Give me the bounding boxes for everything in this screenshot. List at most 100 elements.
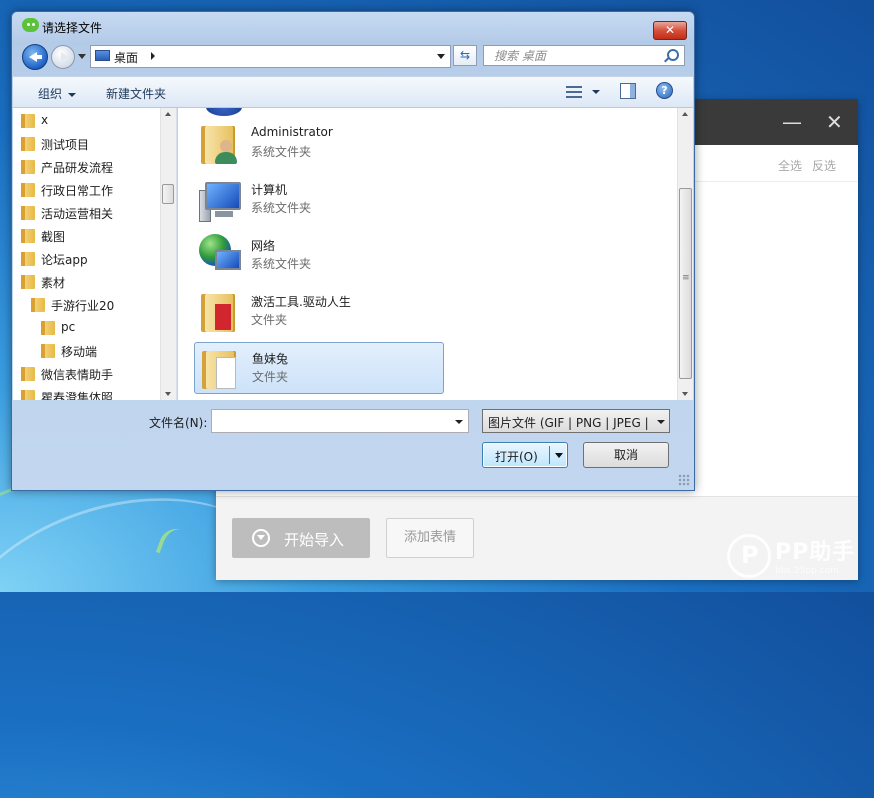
tree-item-label: 瞿春澄集体照 [41, 391, 114, 400]
open-dropdown-icon[interactable] [555, 453, 563, 458]
watermark-url: bbs.25pp.com [775, 566, 839, 576]
preview-pane-icon[interactable] [620, 83, 636, 99]
start-import-button[interactable]: 开始导入 [232, 518, 370, 558]
filetype-select[interactable]: 图片文件 (GIF | PNG | JPEG | BMP) [482, 409, 670, 433]
address-bar[interactable]: 桌面 [90, 45, 451, 68]
navigation-row: 桌面 ⇆ [20, 43, 686, 71]
user-folder-icon [199, 122, 243, 166]
tree-item-label: 素材 [41, 276, 66, 290]
search-box[interactable] [483, 45, 685, 66]
open-split-divider [549, 446, 550, 464]
filename-input[interactable] [211, 409, 469, 433]
breadcrumb-chevron-icon[interactable] [151, 52, 155, 60]
tree-item-label: 测试项目 [41, 138, 90, 152]
tree-item-label: 截图 [41, 230, 66, 244]
refresh-icon: ⇆ [459, 48, 471, 62]
file-type: 系统文件夹 [251, 201, 312, 215]
computer-icon [199, 178, 243, 222]
folder-icon [21, 160, 35, 174]
folder-icon [21, 367, 35, 381]
scroll-down-icon[interactable] [682, 392, 688, 396]
dialog-titlebar: 请选择文件 [22, 16, 682, 38]
file-item[interactable]: Administrator 系统文件夹 [194, 118, 444, 170]
command-toolbar: 组织 新建文件夹 ? [13, 76, 693, 108]
folder-icon [21, 114, 35, 128]
file-item[interactable]: 计算机 系统文件夹 [194, 174, 444, 226]
scroll-up-icon[interactable] [682, 112, 688, 116]
cancel-button[interactable]: 取消 [583, 442, 669, 468]
tree-scrollbar[interactable] [160, 108, 176, 400]
organize-label: 组织 [38, 87, 63, 101]
breadcrumb-desktop[interactable]: 桌面 [114, 49, 138, 66]
file-type: 文件夹 [251, 313, 288, 327]
filename-dropdown-icon[interactable] [455, 420, 463, 424]
file-item[interactable]: 鱼妹兔 文件夹 [194, 342, 444, 394]
forward-button[interactable] [51, 45, 75, 69]
desktop-icon [95, 50, 110, 61]
dialog-title: 请选择文件 [42, 21, 103, 35]
tree-item-label: 微信表情助手 [41, 368, 114, 382]
new-folder-button[interactable]: 新建文件夹 [106, 85, 166, 102]
folder-icon [41, 321, 55, 335]
tree-item-label: 行政日常工作 [41, 184, 114, 198]
folder-icon [200, 347, 244, 391]
import-icon [252, 529, 270, 547]
partial-item-icon [206, 108, 242, 116]
filename-label: 文件名(N): [149, 416, 208, 430]
tree-item-label: 产品研发流程 [41, 161, 114, 175]
folder-icon [21, 229, 35, 243]
back-button[interactable] [22, 44, 48, 70]
tree-item-label: x [41, 113, 49, 127]
network-icon [199, 234, 243, 278]
folder-icon [31, 298, 45, 312]
refresh-button[interactable]: ⇆ [453, 45, 477, 66]
folder-icon [21, 252, 35, 266]
tree-item-label: 论坛app [41, 253, 88, 267]
tree-item-label: 手游行业20 [51, 299, 115, 313]
select-all-link[interactable]: 全选 [778, 157, 802, 174]
invert-selection-link[interactable]: 反选 [812, 157, 836, 174]
chevron-down-icon [68, 92, 77, 97]
navigation-tree: x 测试项目 产品研发流程 行政日常工作 活动运营相关 截图 论坛app 素材 手游行业20 pc… [13, 108, 177, 400]
tree-item-label: 活动运营相关 [41, 207, 114, 221]
file-name: 激活工具.驱动人生 [251, 295, 351, 309]
search-input[interactable] [492, 48, 666, 64]
start-import-label: 开始导入 [284, 531, 345, 549]
dialog-close-button[interactable]: ✕ [653, 21, 687, 40]
folder-icon [21, 183, 35, 197]
close-button[interactable]: ✕ [826, 110, 843, 134]
view-options-icon[interactable] [566, 85, 582, 99]
file-item[interactable]: 激活工具.驱动人生 文件夹 [194, 286, 444, 338]
file-type: 系统文件夹 [251, 145, 312, 159]
file-name: Administrator [251, 125, 333, 139]
view-dropdown-icon[interactable] [592, 90, 600, 94]
open-label: 打开(O) [495, 450, 538, 464]
folder-icon [21, 137, 35, 151]
add-emoji-button[interactable]: 添加表情 [386, 518, 474, 558]
file-open-dialog: 请选择文件 ✕ 桌面 ⇆ 组织 新建文件夹 ? x 测试项目产品研发流程行政日常工… [11, 11, 695, 491]
file-scrollbar[interactable] [677, 108, 693, 400]
search-icon[interactable] [667, 49, 679, 61]
address-dropdown-icon[interactable] [437, 54, 445, 59]
resize-grip[interactable] [678, 474, 690, 486]
recent-locations-dropdown[interactable] [78, 54, 86, 59]
folder-icon [21, 275, 35, 289]
folder-icon [199, 290, 243, 334]
filetype-dropdown-icon[interactable] [657, 420, 665, 424]
watermark-text: PP助手 [775, 540, 856, 565]
file-scroll-thumb[interactable] [679, 188, 692, 379]
file-type: 文件夹 [252, 370, 289, 384]
tree-scroll-thumb[interactable] [162, 184, 174, 204]
help-icon[interactable]: ? [656, 82, 673, 99]
file-type: 系统文件夹 [251, 257, 312, 271]
folder-icon [21, 206, 35, 220]
file-name: 鱼妹兔 [252, 352, 289, 366]
watermark: PP助手 bbs.25pp.com [727, 530, 867, 590]
scroll-down-icon[interactable] [165, 392, 171, 396]
open-button[interactable]: 打开(O) [482, 442, 568, 468]
file-item[interactable]: 网络 系统文件夹 [194, 230, 444, 282]
scroll-up-icon[interactable] [165, 112, 171, 116]
minimize-button[interactable]: — [782, 110, 802, 134]
organize-menu[interactable]: 组织 [38, 85, 77, 102]
file-name: 计算机 [251, 183, 288, 197]
